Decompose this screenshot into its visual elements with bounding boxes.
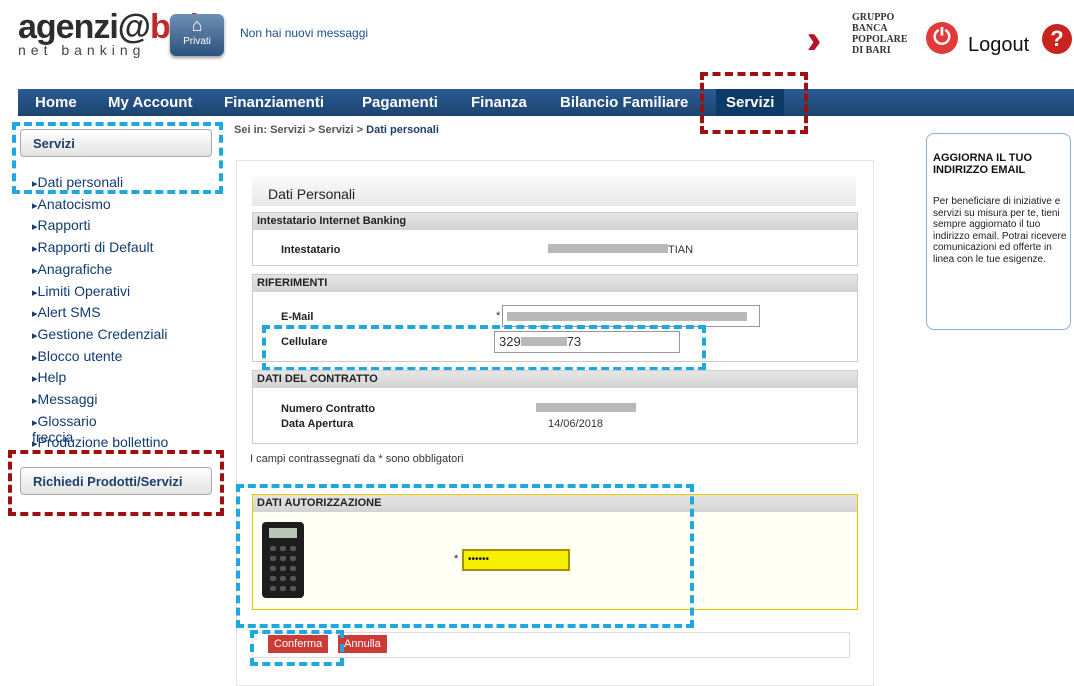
numero-contratto-label: Numero Contratto bbox=[281, 403, 376, 415]
sidebar-item-rapporti[interactable]: Rapporti bbox=[32, 216, 168, 238]
nav-pagamenti[interactable]: Pagamenti bbox=[362, 94, 438, 111]
intestatario-value: TIAN bbox=[548, 244, 693, 256]
numero-contratto-value bbox=[536, 403, 636, 415]
sidebar-item-blocco-utente[interactable]: Blocco utente bbox=[32, 347, 168, 369]
email-label: E-Mail bbox=[281, 311, 314, 323]
privati-home-button[interactable]: ⌂ Privati bbox=[170, 14, 224, 56]
cancel-button[interactable]: Annulla bbox=[338, 635, 387, 653]
help-icon[interactable]: ? bbox=[1042, 24, 1072, 54]
section-header: RIFERIMENTI bbox=[253, 275, 857, 292]
power-icon[interactable]: ⏻ bbox=[926, 22, 958, 54]
nav-bilancio-familiare[interactable]: Bilancio Familiare bbox=[560, 94, 688, 111]
sidebar-item-dati-personali[interactable]: Dati personali bbox=[32, 173, 168, 195]
required-fields-note: I campi contrassegnati da * sono obbliga… bbox=[250, 453, 464, 465]
highlight-servizi-tab bbox=[700, 72, 808, 134]
home-icon: ⌂ bbox=[191, 15, 203, 35]
section-header: Intestatario Internet Banking bbox=[253, 213, 857, 230]
page-title: Dati Personali bbox=[268, 186, 356, 202]
email-field[interactable] bbox=[502, 305, 760, 327]
highlight-request-products bbox=[8, 450, 224, 516]
bank-name-line: DI BARI bbox=[852, 45, 891, 56]
sidebar-item-help[interactable]: Help bbox=[32, 368, 168, 390]
intestatario-value-tail: TIAN bbox=[668, 244, 694, 256]
nav-my-account[interactable]: My Account bbox=[108, 94, 192, 111]
sidebar-item-messaggi[interactable]: Messaggi bbox=[32, 390, 168, 412]
nav-finanziamenti[interactable]: Finanziamenti bbox=[224, 94, 324, 111]
promo-heading: AGGIORNA IL TUO INDIRIZZO EMAIL bbox=[933, 152, 1032, 176]
highlight-autorizzazione bbox=[236, 484, 694, 628]
sidebar-item-rapporti-default[interactable]: Rapporti di Default bbox=[32, 238, 168, 260]
sidebar-item-gestione-credenziali[interactable]: Gestione Credenziali bbox=[32, 325, 168, 347]
nav-home[interactable]: Home bbox=[35, 94, 77, 111]
breadcrumb-item[interactable]: Servizi bbox=[318, 124, 353, 136]
breadcrumb: Sei in: Servizi > Servizi > Dati persona… bbox=[234, 124, 439, 136]
nav-finanza[interactable]: Finanza bbox=[471, 94, 527, 111]
logo-main-text: agenzi@ bbox=[18, 8, 151, 46]
privati-label: Privati bbox=[183, 36, 211, 47]
breadcrumb-current: Dati personali bbox=[366, 124, 439, 136]
bank-name-line: POPOLARE bbox=[852, 34, 908, 45]
section-header: DATI DEL CONTRATTO bbox=[253, 371, 857, 388]
intestatario-label: Intestatario bbox=[281, 244, 341, 256]
promo-update-email: AGGIORNA IL TUO INDIRIZZO EMAIL Per bene… bbox=[926, 133, 1071, 330]
sidebar-item-freccia[interactable]: freccia bbox=[32, 429, 73, 445]
highlight-cellulare bbox=[262, 325, 706, 371]
messages-status[interactable]: Non hai nuovi messaggi bbox=[240, 26, 368, 40]
sidebar-item-limiti-operativi[interactable]: Limiti Operativi bbox=[32, 282, 168, 304]
email-required-star: * bbox=[496, 310, 501, 322]
bank-group-logo: ››› GRUPPO BANCA POPOLARE DI BARI bbox=[808, 12, 908, 66]
promo-body: Per beneficiare di iniziative e servizi … bbox=[933, 196, 1067, 265]
data-apertura-label: Data Apertura bbox=[281, 418, 354, 430]
sidebar-menu: Dati personali Anatocismo Rapporti Rappo… bbox=[32, 173, 169, 455]
breadcrumb-separator: > bbox=[356, 124, 364, 136]
breadcrumb-prefix: Sei in: bbox=[234, 124, 268, 136]
main-nav: Home My Account Finanziamenti Pagamenti … bbox=[18, 89, 1074, 116]
section-intestatario: Intestatario Internet Banking bbox=[252, 212, 858, 266]
data-apertura-value: 14/06/2018 bbox=[548, 418, 604, 430]
bank-name-line: GRUPPO bbox=[852, 12, 895, 23]
breadcrumb-separator: > bbox=[308, 124, 316, 136]
sidebar-item-alert-sms[interactable]: Alert SMS bbox=[32, 303, 168, 325]
breadcrumb-item[interactable]: Servizi bbox=[270, 124, 305, 136]
highlight-confirm bbox=[250, 630, 344, 666]
bank-name-line: BANCA bbox=[852, 23, 888, 34]
sidebar-item-anagrafiche[interactable]: Anagrafiche bbox=[32, 260, 168, 282]
sidebar-item-anatocismo[interactable]: Anatocismo bbox=[32, 195, 168, 217]
logout-link[interactable]: Logout bbox=[968, 34, 1029, 57]
